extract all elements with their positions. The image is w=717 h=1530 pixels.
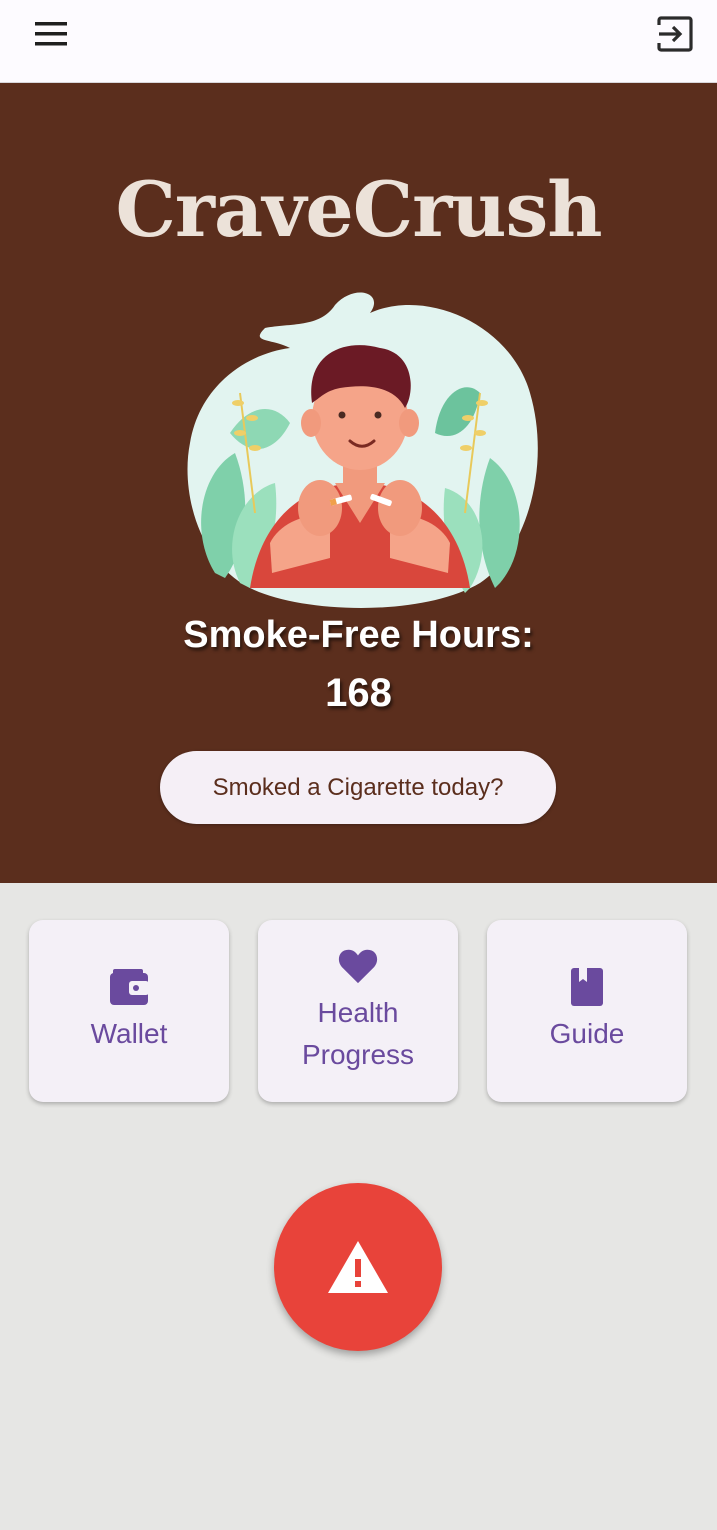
smoke-free-hours-value: 168 [325,671,392,715]
wallet-label: Wallet [90,1018,168,1049]
guide-card[interactable]: Guide [487,920,687,1102]
guide-label: Guide [549,1018,625,1049]
wallet-card[interactable]: Wallet [29,920,229,1102]
menu-button[interactable] [24,12,78,56]
menu-icon [35,22,67,46]
warning-icon [328,1241,388,1293]
hero-section: CraveCrush Smoke-Free Hours: 168 Smoked … [0,83,717,883]
health-progress-label: Health Progress [301,997,415,1070]
app-title: CraveCrush [115,165,602,254]
craving-alert-button[interactable] [274,1183,442,1351]
logout-button[interactable] [651,10,699,58]
quit-smoking-illustration [187,292,538,608]
heart-icon [338,946,378,986]
smoke-free-hours-label: Smoke-Free Hours: [183,614,534,656]
smoked-cigarette-button[interactable]: Smoked a Cigarette today? [160,751,556,824]
book-icon [567,967,607,1007]
logout-icon [657,16,693,52]
health-progress-card[interactable]: Health Progress [258,920,458,1102]
wallet-icon [109,967,149,1007]
app-bar [0,0,717,83]
